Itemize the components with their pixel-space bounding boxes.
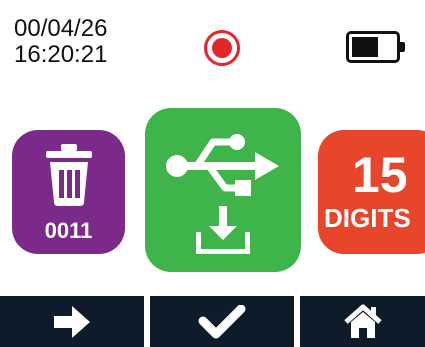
time-text: 16:20:21 [14,41,108,68]
usb-export-tile-button[interactable] [145,108,301,272]
delete-tile-button[interactable]: 0011 [12,130,125,254]
home-icon [343,304,382,338]
date-text: 00/04/26 [14,15,108,42]
battery-icon [346,31,405,63]
record-dot [212,38,232,58]
datetime-display: 00/04/26 16:20:21 [14,16,107,68]
arrow-right-icon [54,305,90,338]
trash-icon [46,144,92,206]
checkmark-icon [198,304,246,338]
home-button[interactable] [300,296,425,347]
digits-word: DIGITS [324,203,411,233]
usb-icon [166,134,279,196]
bottom-toolbar [0,296,425,347]
battery-terminal [400,42,405,52]
confirm-button[interactable] [150,296,294,347]
record-indicator-icon [204,30,240,66]
digits-tile-button[interactable]: 15 DIGITS [318,130,425,254]
battery-fill [352,37,378,57]
download-icon [196,206,250,254]
next-button[interactable] [0,296,144,347]
digits-number: 15 [352,147,408,203]
delete-count-label: 0011 [44,218,93,243]
